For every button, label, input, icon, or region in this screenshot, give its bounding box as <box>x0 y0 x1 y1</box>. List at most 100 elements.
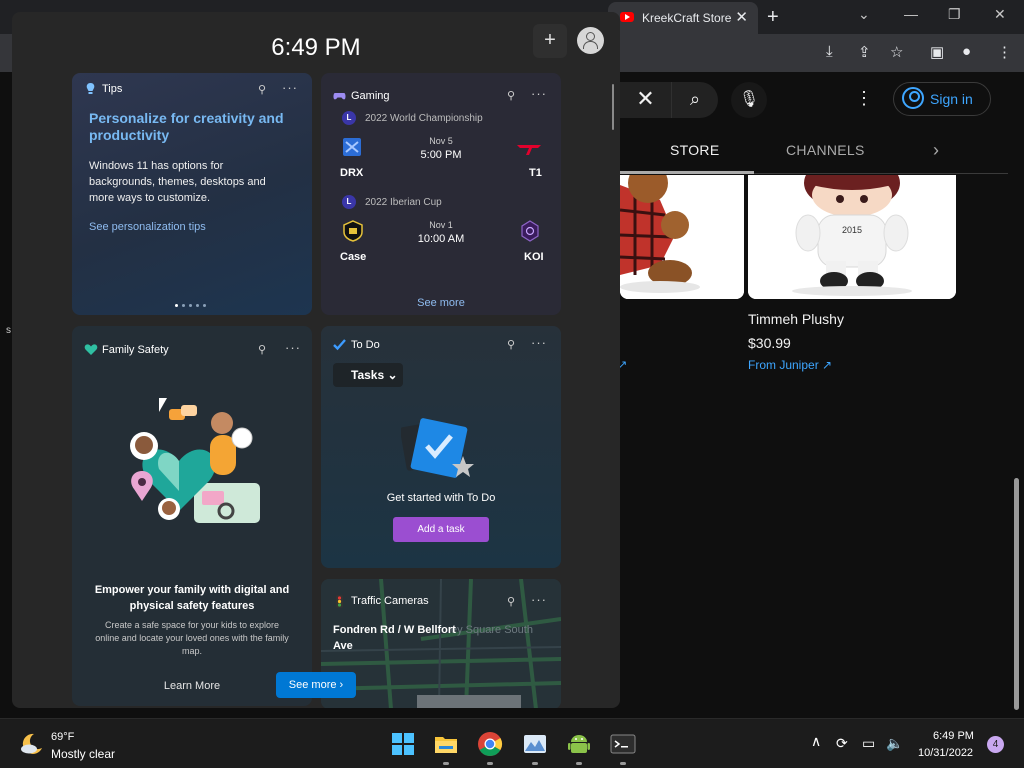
page-indicator-dot[interactable] <box>203 304 206 307</box>
side-panel-icon[interactable]: ▣ <box>930 43 944 61</box>
team-name: DRX <box>340 167 364 179</box>
gaming-widget[interactable]: Gaming ⚲ ··· L 2022 World Championship N… <box>321 73 561 315</box>
clock-date[interactable]: 10/31/2022 <box>918 747 973 759</box>
todo-title: To Do <box>351 339 380 351</box>
todo-get-started: Get started with To Do <box>386 492 496 504</box>
clock-time[interactable]: 6:49 PM <box>933 730 974 742</box>
gaming-title: Gaming <box>351 90 390 102</box>
weather-moon-icon[interactable] <box>20 732 44 756</box>
photos-app-icon[interactable] <box>522 731 548 757</box>
voice-search-button[interactable]: 🎙 <box>731 82 767 118</box>
minimize-button[interactable]: — <box>904 6 918 22</box>
channel-tabs: STORE CHANNELS › <box>620 128 1008 174</box>
sync-icon[interactable]: ⟳ <box>836 735 848 752</box>
install-app-icon[interactable]: ⤓ <box>826 43 833 60</box>
product-name[interactable]: Timmeh Plushy <box>748 311 844 327</box>
weather-temperature[interactable]: 69°F <box>51 731 74 743</box>
page-indicator-dot[interactable] <box>182 304 185 307</box>
more-options-icon[interactable]: ··· <box>531 86 547 101</box>
pin-icon[interactable]: ⚲ <box>507 595 515 608</box>
team-name: Case <box>340 251 367 263</box>
see-more-button[interactable]: See more › <box>276 672 356 698</box>
running-indicator <box>620 762 626 765</box>
product-price: $30.99 <box>748 335 791 351</box>
traffic-cameras-widget[interactable]: Traffic Cameras ⚲ ··· ey Square South Fo… <box>321 579 561 708</box>
chevron-right-icon[interactable]: › <box>933 140 939 161</box>
user-avatar[interactable] <box>577 27 604 54</box>
file-explorer-icon[interactable] <box>433 731 459 757</box>
tips-widget[interactable]: Tips ⚲ ··· Personalize for creativity an… <box>72 73 312 315</box>
page-indicator-dot[interactable] <box>175 304 178 307</box>
weather-condition[interactable]: Mostly clear <box>51 747 115 761</box>
pin-icon[interactable]: ⚲ <box>258 83 266 96</box>
pin-icon[interactable]: ⚲ <box>258 343 266 356</box>
tasks-list-dropdown[interactable]: Tasks ⌄ <box>333 363 403 387</box>
tab-store[interactable]: STORE <box>670 142 719 158</box>
gamepad-icon <box>333 93 346 100</box>
restore-button[interactable]: ❐ <box>948 6 961 23</box>
start-windows-icon[interactable] <box>390 731 416 757</box>
tab-channels[interactable]: CHANNELS <box>786 142 865 158</box>
page-scrollbar[interactable] <box>1014 478 1019 710</box>
running-indicator <box>443 762 449 765</box>
family-illustration <box>130 405 260 523</box>
widgets-panel: 6:49 PM + Tips ⚲ ··· Personalize for cre… <box>12 12 620 708</box>
pin-icon[interactable]: ⚲ <box>507 338 515 351</box>
bookmark-star-icon[interactable]: ☆ <box>890 43 903 61</box>
sign-in-button[interactable]: Sign in <box>893 82 991 116</box>
settings-more-icon[interactable]: ⋮ <box>855 88 873 109</box>
gaming-see-more-link[interactable]: See more <box>321 297 561 309</box>
family-safety-widget[interactable]: Family Safety ⚲ ··· Empower your family … <box>72 326 312 706</box>
add-widget-button[interactable]: + <box>533 24 567 58</box>
page-indicator-dot[interactable] <box>196 304 199 307</box>
tab-kreekcraft-store[interactable]: KreekCraft Store ✕ <box>608 2 758 34</box>
match-league: 2022 World Championship <box>365 113 483 124</box>
tips-title: Tips <box>102 83 123 95</box>
map-street-label: ey Square South <box>451 624 533 636</box>
tips-headline[interactable]: Personalize for creativity and productiv… <box>89 110 299 144</box>
show-hidden-icons-chevron-icon[interactable]: ∧ <box>811 733 821 750</box>
clear-search-icon[interactable]: ✕ <box>620 82 672 118</box>
new-tab-button[interactable]: + <box>767 6 779 29</box>
camera-location[interactable]: Fondren Rd / W Bellfort Ave <box>333 622 463 654</box>
volume-icon[interactable]: 🔈 <box>886 735 903 752</box>
network-icon[interactable]: ▭ <box>862 735 875 752</box>
page-indicator-dot[interactable] <box>189 304 192 307</box>
add-task-button[interactable]: Add a task <box>393 517 489 542</box>
product-merchant-link[interactable]: From Juniper ↗ <box>748 358 832 372</box>
tab-close-icon[interactable]: ✕ <box>735 8 748 26</box>
widgets-time: 6:49 PM <box>271 34 361 61</box>
more-options-icon[interactable]: ··· <box>285 340 301 355</box>
share-icon[interactable]: ⇪ <box>858 43 871 61</box>
traffic-cameras-title: Traffic Cameras <box>351 595 429 607</box>
taskbar: 69°F Mostly clear ∧ ⟳ ▭ 🔈 6:49 PM 10/31/… <box>0 718 1024 768</box>
family-safety-title: Family Safety <box>102 344 169 356</box>
pin-icon[interactable]: ⚲ <box>507 89 515 102</box>
search-button[interactable]: ⌕ <box>672 82 718 118</box>
terminal-icon[interactable] <box>610 731 636 757</box>
personalization-tips-link[interactable]: See personalization tips <box>89 221 206 233</box>
heart-icon <box>84 344 98 355</box>
more-options-icon[interactable]: ··· <box>531 335 547 350</box>
family-safety-headline: Empower your family with digital and phy… <box>94 584 290 612</box>
more-options-icon[interactable]: ··· <box>531 592 547 607</box>
todo-widget[interactable]: To Do ⚲ ··· Tasks ⌄ Get started with To … <box>321 326 561 568</box>
panel-scrollbar[interactable] <box>612 84 614 130</box>
tab-search-icon[interactable]: ⌄ <box>858 6 870 23</box>
desktop: KreekCraft Store ✕ + ⌄ — ❐ ✕ ⤓ ⇪ ☆ ▣ ● ⋮… <box>0 0 1024 768</box>
match-league: 2022 Iberian Cup <box>365 197 442 208</box>
close-window-button[interactable]: ✕ <box>994 6 1006 23</box>
android-icon[interactable] <box>566 731 592 757</box>
more-options-icon[interactable]: ··· <box>282 80 298 95</box>
traffic-light-icon <box>336 595 343 608</box>
family-safety-body: Create a safe space for your kids to exp… <box>95 620 289 656</box>
running-indicator <box>532 762 538 765</box>
product-image-timmeh-plushy[interactable]: 2015 <box>748 175 956 299</box>
chevron-down-icon: ⌄ <box>387 368 398 382</box>
profile-icon[interactable]: ● <box>962 43 971 60</box>
notification-badge[interactable]: 4 <box>987 736 1004 753</box>
browser-menu-icon[interactable]: ⋮ <box>997 43 1012 61</box>
product-image-previous[interactable] <box>620 175 744 299</box>
team-name: KOI <box>524 251 544 263</box>
chrome-icon[interactable] <box>477 731 503 757</box>
